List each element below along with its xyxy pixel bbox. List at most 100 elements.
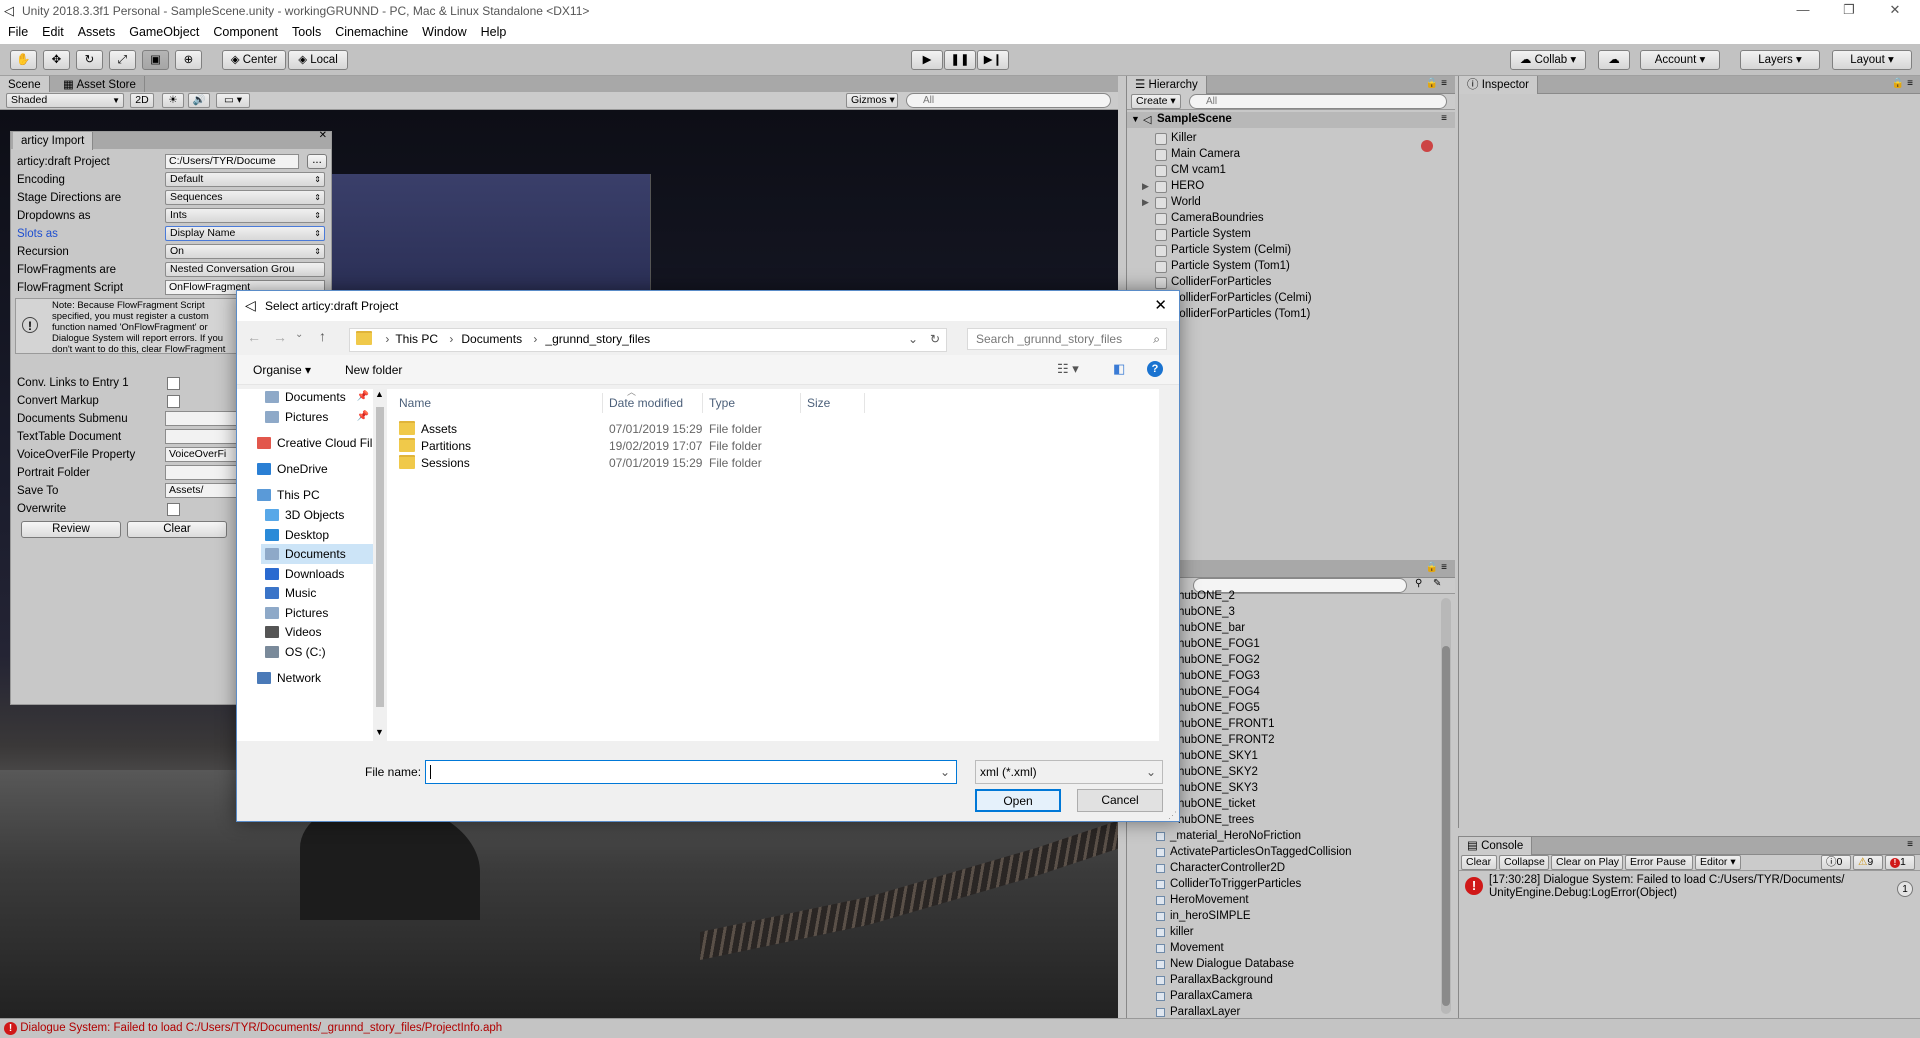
open-button[interactable]: Open	[975, 789, 1061, 812]
project-script-item[interactable]: _material_HeroNoFriction	[1170, 828, 1301, 844]
hand-tool-icon[interactable]: ✋	[10, 50, 37, 70]
expand-arrow-icon[interactable]: ▶	[1142, 181, 1149, 192]
nav-item[interactable]: Music	[261, 583, 373, 603]
project-script-item[interactable]: ColliderToTriggerParticles	[1170, 876, 1301, 892]
overwrite-checkbox[interactable]	[167, 503, 180, 516]
play-icon[interactable]: ▶	[911, 50, 943, 70]
voiceover-property-field[interactable]: VoiceOverFi	[165, 447, 247, 462]
step-icon[interactable]: ▶❙	[977, 50, 1009, 70]
project-script-item[interactable]: ParallaxCamera	[1170, 988, 1252, 1004]
tab-inspector[interactable]: ⓘ Inspector	[1459, 76, 1539, 94]
file-type-select[interactable]: xml (*.xml) ⌄	[975, 760, 1163, 784]
status-bar[interactable]: ! Dialogue System: Failed to load C:/Use…	[0, 1018, 1920, 1038]
lock-icon[interactable]: 🔒 ≡	[1426, 562, 1447, 573]
view-options-icon[interactable]: ☷ ▾	[1057, 361, 1079, 377]
gizmos-dropdown[interactable]: Gizmos ▾	[846, 93, 898, 108]
nav-item[interactable]: OS (C:)	[261, 642, 373, 662]
hierarchy-item[interactable]: World	[1171, 194, 1201, 210]
scrollbar-thumb[interactable]	[376, 407, 384, 707]
nav-item[interactable]: Videos	[261, 622, 373, 642]
hierarchy-item[interactable]: ColliderForParticles (Celmi)	[1171, 290, 1312, 306]
flowfragments-dropdown[interactable]: Nested Conversation Grou	[165, 262, 325, 277]
scale-tool-icon[interactable]: ⤢	[109, 50, 136, 70]
nav-item[interactable]: Documents	[261, 544, 373, 564]
clear-on-play-button[interactable]: Clear on Play	[1551, 855, 1623, 870]
nav-item[interactable]: This PC	[253, 485, 373, 505]
maximize-icon[interactable]: ❐	[1826, 2, 1872, 20]
refresh-icon[interactable]: ↻	[930, 329, 940, 349]
project-asset-item[interactable]: hubONE_FRONT2	[1178, 732, 1275, 748]
project-asset-item[interactable]: hubONE_3	[1178, 604, 1235, 620]
breadcrumb-this-pc[interactable]: This PC	[395, 332, 438, 346]
hierarchy-search-input[interactable]: All	[1189, 94, 1447, 109]
project-script-item[interactable]: ActivateParticlesOnTaggedCollision	[1170, 844, 1352, 860]
expand-down-icon[interactable]: ▼	[1131, 114, 1140, 124]
pivot-local-button[interactable]: ◈ Local	[288, 50, 348, 70]
tab-console[interactable]: ▤ Console	[1459, 837, 1533, 855]
project-script-item[interactable]: killer	[1170, 924, 1194, 940]
tab-hierarchy[interactable]: ☰ Hierarchy	[1127, 76, 1207, 94]
scene-root-row[interactable]: ▼ ◁ SampleScene ≡	[1127, 112, 1455, 128]
close-icon[interactable]: ✕	[319, 130, 327, 141]
menu-edit[interactable]: Edit	[34, 22, 70, 39]
file-row[interactable]: Sessions 07/01/2019 15:29 File folder	[387, 453, 1159, 473]
file-name-input[interactable]: ⌄	[425, 760, 957, 784]
back-arrow-icon[interactable]: ←	[247, 329, 261, 345]
project-script-item[interactable]: CharacterController2D	[1170, 860, 1285, 876]
menu-window[interactable]: Window	[414, 22, 472, 39]
hierarchy-item[interactable]: ColliderForParticles	[1171, 274, 1271, 290]
project-script-item[interactable]: Movement	[1170, 940, 1224, 956]
dialog-search-input[interactable]: Search _grunnd_story_files ⌕	[967, 328, 1167, 350]
nav-item[interactable]: 3D Objects	[261, 505, 373, 525]
hierarchy-item[interactable]: CameraBoundries	[1171, 210, 1264, 226]
project-asset-item[interactable]: hubONE_2	[1178, 588, 1235, 604]
save-to-field[interactable]: Assets/	[165, 483, 247, 498]
audio-icon[interactable]: 🔊	[188, 93, 210, 108]
rotate-tool-icon[interactable]: ↻	[76, 50, 103, 70]
chevron-down-icon[interactable]: ⌄	[908, 329, 918, 349]
column-date-modified[interactable]: Date modified	[603, 393, 703, 413]
hierarchy-item[interactable]: Main Camera	[1171, 146, 1240, 162]
warning-filter-toggle[interactable]: ⚠9	[1853, 855, 1883, 870]
chevron-down-icon[interactable]: ⌄	[940, 761, 950, 783]
texttable-document-field[interactable]	[165, 429, 247, 444]
project-scrollbar[interactable]	[1441, 598, 1451, 1014]
hierarchy-item[interactable]: ColliderForParticles (Tom1)	[1171, 306, 1310, 322]
layers-dropdown[interactable]: Layers ▾	[1740, 50, 1820, 70]
tab-articy-import[interactable]: articy Import	[13, 132, 94, 150]
lock-icon[interactable]: 🔒 ≡	[1426, 78, 1447, 89]
project-script-item[interactable]: New Dialogue Database	[1170, 956, 1294, 972]
project-script-item[interactable]: HeroMovement	[1170, 892, 1249, 908]
recursion-dropdown[interactable]: On ⇕	[165, 244, 325, 259]
clear-button[interactable]: Clear	[127, 521, 227, 538]
error-pause-button[interactable]: Error Pause	[1625, 855, 1693, 870]
console-clear-button[interactable]: Clear	[1461, 855, 1497, 870]
expand-arrow-icon[interactable]: ▶	[1142, 197, 1149, 208]
address-bar[interactable]: › This PC › Documents › _grunnd_story_files…	[349, 328, 947, 352]
column-type[interactable]: Type	[703, 393, 801, 413]
preview-pane-icon[interactable]: ◧	[1113, 361, 1125, 377]
project-asset-item[interactable]: hubONE_ticket	[1178, 796, 1255, 812]
lighting-icon[interactable]: ☀	[162, 93, 184, 108]
menu-help[interactable]: Help	[473, 22, 513, 39]
scene-search-input[interactable]: All	[906, 93, 1111, 108]
move-tool-icon[interactable]: ✥	[43, 50, 70, 70]
filter-icon[interactable]: ⚲	[1415, 578, 1422, 589]
recent-locations-icon[interactable]: ⌄	[295, 329, 303, 340]
project-asset-item[interactable]: hubONE_trees	[1178, 812, 1254, 828]
project-asset-item[interactable]: hubONE_FOG2	[1178, 652, 1260, 668]
favorite-icon[interactable]: ✎	[1433, 578, 1441, 589]
close-icon[interactable]: ✕	[1872, 2, 1918, 20]
documents-submenu-field[interactable]	[165, 411, 247, 426]
lock-icon[interactable]: 🔒 ≡	[1892, 78, 1913, 89]
account-dropdown[interactable]: Account ▾	[1640, 50, 1720, 70]
error-filter-toggle[interactable]: ! 1	[1885, 855, 1915, 870]
hierarchy-item[interactable]: Particle System (Tom1)	[1171, 258, 1290, 274]
nav-item[interactable]: OneDrive	[253, 459, 373, 479]
scroll-down-icon[interactable]: ▼	[375, 727, 384, 737]
scrollbar-thumb[interactable]	[1442, 646, 1450, 1006]
scroll-up-icon[interactable]: ▲	[375, 389, 384, 399]
info-filter-toggle[interactable]: ⓘ0	[1821, 855, 1851, 870]
breadcrumb-documents[interactable]: Documents	[461, 332, 522, 346]
hierarchy-item[interactable]: Particle System (Celmi)	[1171, 242, 1291, 258]
